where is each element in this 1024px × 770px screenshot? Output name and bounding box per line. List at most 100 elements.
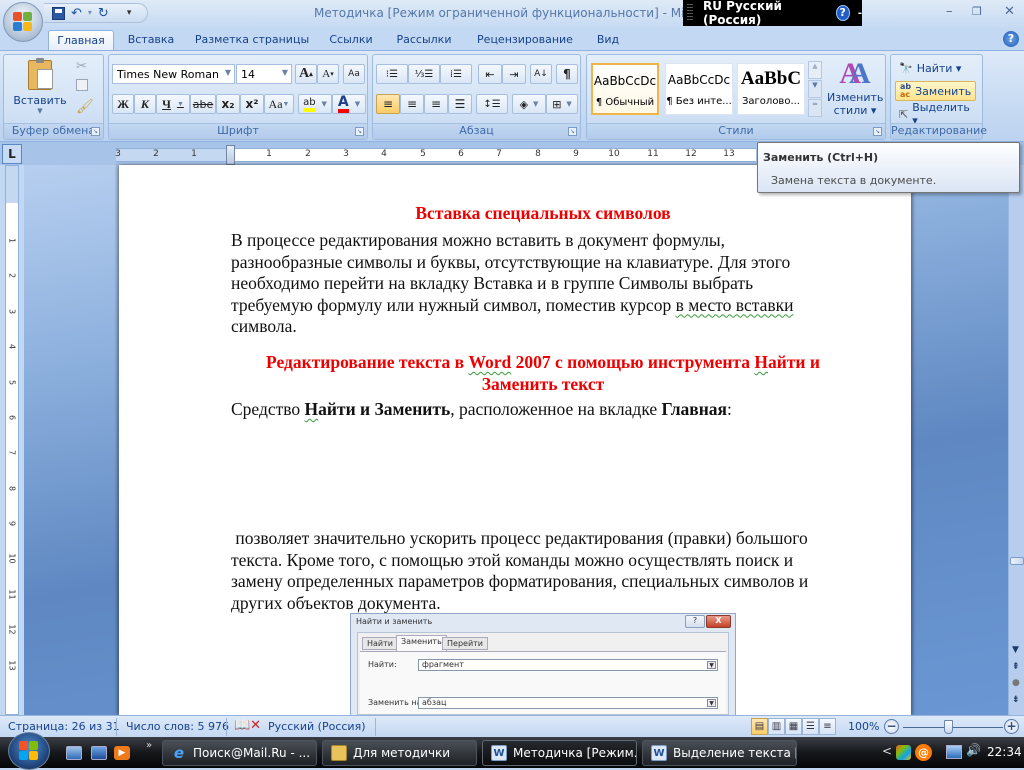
draft-view-button[interactable]: ≡: [819, 718, 836, 735]
full-screen-reading-view-button[interactable]: ▥: [768, 718, 785, 735]
customize-qat-icon[interactable]: ▾: [127, 8, 132, 18]
tab-insert[interactable]: Вставка: [122, 30, 180, 50]
taskbar-button-word[interactable]: W Выделение текста [...: [642, 740, 797, 766]
sort-button[interactable]: А↓: [530, 64, 552, 84]
paste-button[interactable]: Вставить ▼: [10, 57, 70, 119]
replace-button[interactable]: ab ac Заменить: [895, 81, 977, 101]
vertical-ruler[interactable]: 1 2 3 4 5 6 7 8 9 10 11 12 13: [5, 165, 19, 715]
dialog-launcher-icon[interactable]: ↘: [873, 127, 882, 136]
superscript-button[interactable]: x²: [240, 94, 264, 114]
tab-references[interactable]: Ссылки: [326, 30, 376, 50]
numbering-button[interactable]: ⅓☰: [408, 64, 440, 84]
help-icon[interactable]: ?: [835, 5, 850, 21]
justify-button[interactable]: ☰: [448, 94, 472, 114]
language-indicator[interactable]: RU Русский (Россия): [703, 0, 827, 27]
language-bar-minimize-icon[interactable]: -: [858, 8, 862, 19]
zoom-level[interactable]: 100%: [848, 720, 879, 733]
browse-object-icon[interactable]: ●: [1012, 678, 1020, 688]
dialog-launcher-icon[interactable]: ↘: [355, 127, 364, 136]
cut-icon[interactable]: ✂: [76, 59, 87, 74]
restore-icon[interactable]: ❐: [972, 5, 982, 18]
align-center-button[interactable]: ≡: [400, 94, 424, 114]
outline-view-button[interactable]: ☰: [802, 718, 819, 735]
show-desktop-icon[interactable]: [66, 746, 82, 760]
tray-expand-icon[interactable]: <: [882, 744, 892, 758]
save-icon[interactable]: [52, 6, 65, 20]
start-button[interactable]: [8, 732, 50, 770]
tab-page-layout[interactable]: Разметка страницы: [192, 30, 312, 50]
undo-dropdown-icon[interactable]: ▾: [88, 9, 92, 17]
switch-windows-icon[interactable]: [91, 746, 107, 760]
tab-home[interactable]: Главная: [48, 30, 114, 50]
taskbar-button-word-active[interactable]: W Методичка [Режим...: [482, 740, 637, 766]
page-indicator[interactable]: Страница: 26 из 31: [8, 720, 120, 733]
grow-font-button[interactable]: A ▴: [295, 64, 317, 84]
help-icon[interactable]: ?: [1003, 31, 1019, 47]
previous-page-icon[interactable]: ⇞: [1012, 662, 1020, 672]
zoom-in-icon[interactable]: +: [1004, 719, 1019, 734]
word-count[interactable]: Число слов: 5 976: [126, 720, 229, 733]
copy-icon[interactable]: [76, 79, 88, 91]
next-page-icon[interactable]: ⇟: [1012, 695, 1020, 705]
find-button[interactable]: 🔭 Найти ▾: [895, 58, 965, 78]
horizontal-ruler[interactable]: 3 2 1 1 2 3 4 5 6 7 8 9 10 11 12 13: [115, 148, 756, 162]
dialog-launcher-icon[interactable]: ↘: [568, 127, 577, 136]
office-button[interactable]: [3, 2, 43, 42]
web-layout-view-button[interactable]: ▦: [785, 718, 802, 735]
font-name-combo[interactable]: Times New Roman ▼: [112, 64, 235, 84]
zoom-out-icon[interactable]: −: [884, 719, 899, 734]
styles-scroll-down[interactable]: ▼: [808, 80, 822, 98]
align-left-button[interactable]: ≡: [376, 94, 400, 114]
change-styles-button[interactable]: AA Изменить стили ▾: [827, 57, 883, 119]
language-bar-grip[interactable]: [687, 4, 693, 22]
shading-button[interactable]: ◈ ▼: [512, 94, 546, 114]
font-size-combo[interactable]: 14 ▼: [236, 64, 292, 84]
italic-button[interactable]: К: [134, 94, 156, 114]
volume-icon[interactable]: 🔊: [966, 743, 981, 757]
tab-view[interactable]: Вид: [592, 30, 624, 50]
shrink-font-button[interactable]: A ▾: [317, 64, 339, 84]
scroll-down-icon[interactable]: ▼: [1012, 645, 1019, 655]
tab-mailings[interactable]: Рассылки: [392, 30, 456, 50]
redo-icon[interactable]: ↻: [98, 7, 109, 20]
underline-button[interactable]: Ч ▼: [156, 94, 190, 114]
multilevel-list-button[interactable]: ⁞☰: [440, 64, 472, 84]
select-button[interactable]: ⇱ Выделить ▾: [895, 101, 982, 127]
media-player-icon[interactable]: ▶: [114, 746, 130, 760]
format-painter-icon[interactable]: 🖌: [76, 99, 94, 115]
styles-more[interactable]: ≂: [808, 99, 822, 117]
language-indicator[interactable]: Русский (Россия): [268, 720, 366, 733]
show-formatting-button[interactable]: ¶: [556, 64, 578, 84]
clear-formatting-button[interactable]: Aa: [343, 64, 365, 84]
style-normal[interactable]: AaBbCcDc ¶ Обычный: [591, 63, 659, 115]
bullets-button[interactable]: ⁝☰: [376, 64, 408, 84]
network-icon[interactable]: [946, 745, 962, 759]
strikethrough-button[interactable]: abe: [190, 94, 216, 114]
zoom-slider-track[interactable]: [903, 727, 1003, 728]
proofing-error-icon[interactable]: 📖✕: [234, 718, 261, 733]
highlight-button[interactable]: ab ▼: [298, 94, 332, 114]
undo-icon[interactable]: ↶: [71, 7, 82, 20]
borders-button[interactable]: ⊞ ▼: [546, 94, 578, 114]
line-spacing-button[interactable]: ↕☰: [476, 94, 508, 114]
styles-scroll-up[interactable]: ▲: [808, 61, 822, 79]
vertical-scrollbar[interactable]: ▼ ⇞ ● ⇟: [1008, 165, 1024, 715]
print-layout-view-button[interactable]: ▤: [751, 718, 768, 735]
scrollbar-thumb[interactable]: [1010, 557, 1024, 565]
align-right-button[interactable]: ≡: [424, 94, 448, 114]
style-no-spacing[interactable]: AaBbCcDc ¶ Без инте...: [665, 63, 733, 115]
windows-update-icon[interactable]: [896, 745, 911, 760]
close-icon[interactable]: ✕: [1004, 4, 1015, 19]
quicklaunch-overflow-icon[interactable]: »: [146, 740, 152, 751]
change-case-button[interactable]: Aa ▼: [264, 94, 294, 114]
indent-marker[interactable]: [226, 145, 235, 165]
taskbar-button-folder[interactable]: Для методички: [322, 740, 477, 766]
subscript-button[interactable]: x₂: [216, 94, 240, 114]
minimize-icon[interactable]: –: [946, 4, 953, 19]
taskbar-button-browser[interactable]: e Поиск@Mail.Ru - ...: [162, 740, 317, 766]
style-heading1[interactable]: AaBbC Заголово...: [737, 63, 805, 115]
tab-selector[interactable]: L: [2, 144, 22, 164]
mail-agent-icon[interactable]: @: [915, 744, 932, 761]
zoom-slider-thumb[interactable]: [944, 720, 953, 734]
font-color-button[interactable]: A ▼: [332, 94, 366, 114]
